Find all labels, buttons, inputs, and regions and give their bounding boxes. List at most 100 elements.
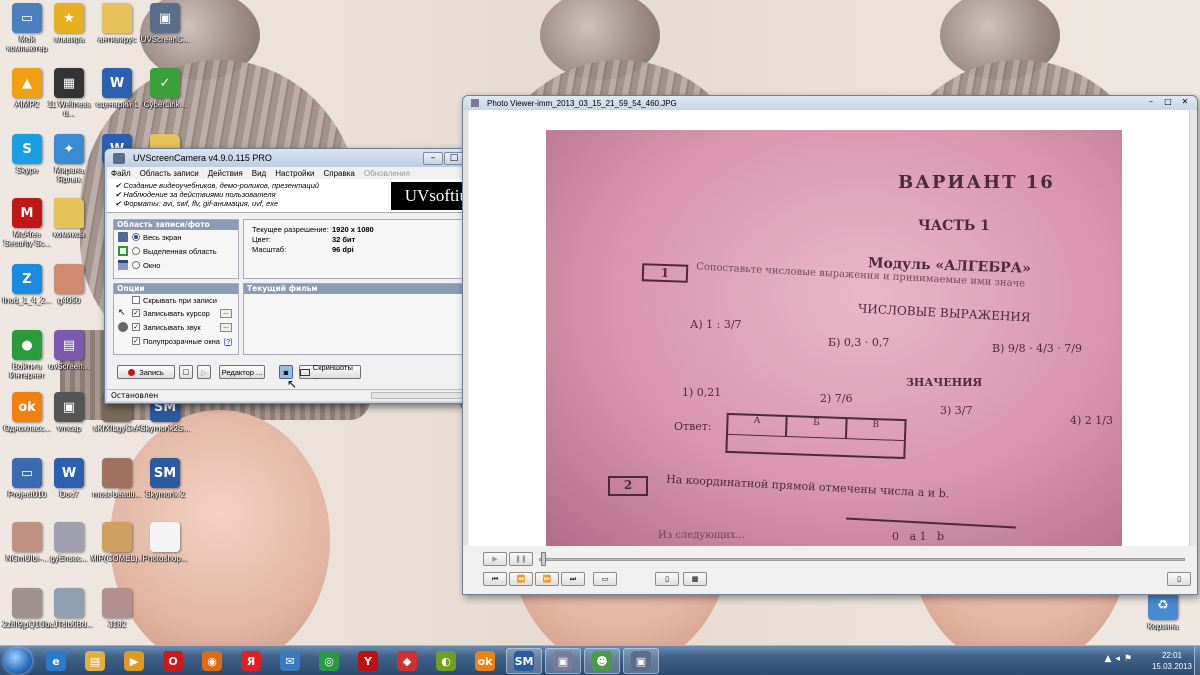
actual-size-button[interactable]: ▯ xyxy=(655,572,679,586)
taskbar-app-opera[interactable]: O xyxy=(155,648,191,674)
maximize-button[interactable]: □ xyxy=(1160,98,1176,108)
desktop-icon[interactable]: ✓ CyberLink... xyxy=(138,68,192,118)
option-hide[interactable]: Скрывать при записи xyxy=(114,294,238,306)
title-bar[interactable]: Photo Viewer-imm_2013_03_15_21_59_54_460… xyxy=(463,96,1197,110)
taskbar-app-fdm[interactable]: ◆ xyxy=(389,648,425,674)
checkbox-record-cursor[interactable]: ✓ xyxy=(132,309,140,317)
radio-selected-area[interactable] xyxy=(132,247,140,255)
cursor-settings-button[interactable]: ... xyxy=(220,308,232,318)
desktop-icon[interactable]: most-beauti... xyxy=(90,458,144,508)
taskbar-app-ie[interactable]: e xyxy=(38,648,74,674)
yandex-icon: Я xyxy=(241,651,261,671)
taskbar-app-ok[interactable]: ok xyxy=(467,648,503,674)
volume-icon[interactable]: ◂ xyxy=(1115,654,1124,664)
minimize-button[interactable]: – xyxy=(1143,98,1159,108)
desktop-icon[interactable]: ▣ UVScreenC... xyxy=(138,3,192,53)
taskbar-app-uvscreen[interactable]: ▣ xyxy=(623,648,659,674)
taskbar-app-yabrowser[interactable]: Y xyxy=(350,648,386,674)
desktop-icon[interactable]: MiP(COMEL)... xyxy=(90,522,144,572)
taskbar-app-explorer[interactable]: ▤ xyxy=(77,648,113,674)
desktop-icon[interactable]: антивирус xyxy=(90,3,144,53)
taskbar-app-firefox[interactable]: ◉ xyxy=(194,648,230,674)
menu-record-area[interactable]: Область записи xyxy=(140,169,199,178)
play-icon: ▷ xyxy=(201,367,207,377)
option-selected-area[interactable]: Выделенная область xyxy=(114,244,238,258)
menu-updates[interactable]: Обновления xyxy=(364,169,410,178)
desktop-icon[interactable]: ▦ 11 Wellness d... xyxy=(42,68,96,118)
start-button[interactable] xyxy=(4,648,32,674)
vertical-scrollbar[interactable] xyxy=(1189,110,1197,546)
flag-icon[interactable]: ⚑ xyxy=(1124,654,1136,664)
taskbar-app-yandex[interactable]: Я xyxy=(233,648,269,674)
menu-file[interactable]: Файл xyxy=(111,169,131,178)
taskbar-app-photo[interactable]: ▣ xyxy=(545,648,581,674)
minimize-button[interactable]: – xyxy=(423,151,443,165)
taskbar-app-mail[interactable]: ✉ xyxy=(272,648,308,674)
seek-track[interactable] xyxy=(539,558,1185,561)
stop-button[interactable] xyxy=(179,365,193,379)
desktop-icon[interactable]: bcJTcfb0Bd... xyxy=(42,588,96,638)
last-button[interactable]: ⏭ xyxy=(561,572,585,586)
taskbar-app-game[interactable]: ◐ xyxy=(428,648,464,674)
menu-actions[interactable]: Действия xyxy=(208,169,243,178)
desktop-icon[interactable]: g4050 xyxy=(42,264,96,314)
option-cursor[interactable]: ↖ ✓ Записывать курсор ... xyxy=(114,306,238,320)
taskbar-app-user[interactable]: ☻ xyxy=(584,648,620,674)
network-icon[interactable]: ▲ xyxy=(1104,654,1115,664)
clock[interactable]: 22:01 15.03.2013 xyxy=(1152,650,1192,672)
checkbox-record-sound[interactable]: ✓ xyxy=(132,323,140,331)
option-window[interactable]: Окно xyxy=(114,258,238,272)
help-link[interactable]: [?] xyxy=(224,337,232,346)
radio-full-screen[interactable] xyxy=(132,233,140,241)
settings-button[interactable]: ▯ xyxy=(1167,572,1191,586)
desktop-icon[interactable]: ★ эльвира xyxy=(42,3,96,53)
desktop-icon[interactable]: комиксы xyxy=(42,198,96,248)
show-desktop-button[interactable] xyxy=(1194,646,1200,675)
menu-help[interactable]: Справка xyxy=(323,169,354,178)
screenshots-button[interactable]: Скриншоты ... xyxy=(299,363,361,381)
play-button[interactable]: ▷ xyxy=(197,365,211,379)
desktop-icon[interactable]: Photoshop... xyxy=(138,522,192,572)
selection-icon xyxy=(118,246,128,256)
first-button[interactable]: ⏮ xyxy=(483,572,507,586)
previous-button[interactable]: ⏪ xyxy=(509,572,533,586)
next-button[interactable]: ⏩ xyxy=(535,572,559,586)
close-button[interactable]: ✕ xyxy=(1177,98,1193,108)
play-button[interactable]: ▶ xyxy=(483,552,507,566)
desktop-icon[interactable]: gyEnsac... xyxy=(42,522,96,572)
desktop-icon[interactable]: ✦ Мирана Ярлык xyxy=(42,134,96,184)
image-canvas[interactable]: ВАРИАНТ 16 ЧАСТЬ 1 Модуль «АЛГЕБРА» 1 Со… xyxy=(469,110,1191,546)
desktop-icon[interactable]: SM Skymonk 2 xyxy=(138,458,192,508)
maximize-button[interactable]: □ xyxy=(444,151,464,165)
photo-viewer-window[interactable]: Photo Viewer-imm_2013_03_15_21_59_54_460… xyxy=(462,95,1198,595)
seek-thumb[interactable] xyxy=(541,552,546,566)
answer-cell: Б xyxy=(787,417,848,440)
option-full-screen[interactable]: Весь экран xyxy=(114,230,238,244)
zoom-button[interactable]: ▩ xyxy=(683,572,707,586)
taskbar-app-chrome[interactable]: ◎ xyxy=(311,648,347,674)
desktop-icon[interactable]: ▤ uvScreen... xyxy=(42,330,96,380)
editor-button[interactable]: Редактор ... xyxy=(219,365,265,379)
desktop-icon[interactable]: ▣ vmcap xyxy=(42,392,96,442)
uvscreencamera-icon: ▣ xyxy=(150,3,180,33)
radio-window[interactable] xyxy=(132,261,140,269)
butterfly-icon: ✦ xyxy=(54,134,84,164)
record-button[interactable]: Запись xyxy=(117,365,175,379)
title-bar[interactable]: UVScreenCamera v4.9.0.115 PRO – □ ✕ xyxy=(105,149,499,167)
desktop-icon[interactable]: ♻ Корзина xyxy=(1136,590,1190,640)
menu-settings[interactable]: Настройки xyxy=(275,169,314,178)
desktop-icon[interactable]: Wсценарий 1 xyxy=(90,68,144,118)
taskbar-app-media[interactable]: ▶ xyxy=(116,648,152,674)
checkbox-hide-when-recording[interactable] xyxy=(132,296,140,304)
fit-button[interactable]: ▭ xyxy=(593,572,617,586)
desktop-icon[interactable]: 3182 xyxy=(90,588,144,638)
menu-view[interactable]: Вид xyxy=(252,169,266,178)
uvscreencamera-window[interactable]: UVScreenCamera v4.9.0.115 PRO – □ ✕ Файл… xyxy=(104,148,500,404)
pause-button[interactable]: ❚❚ xyxy=(509,552,533,566)
taskbar-app-skymonk[interactable]: SM xyxy=(506,648,542,674)
option-sound[interactable]: ✓ Записывать звук ... xyxy=(114,320,238,334)
desktop-icon[interactable]: W Doc7 xyxy=(42,458,96,508)
option-transparent[interactable]: ✓ Полупрозрачные окна [?] xyxy=(114,334,238,348)
checkbox-transparent-windows[interactable]: ✓ xyxy=(132,337,140,345)
sound-settings-button[interactable]: ... xyxy=(220,322,232,332)
